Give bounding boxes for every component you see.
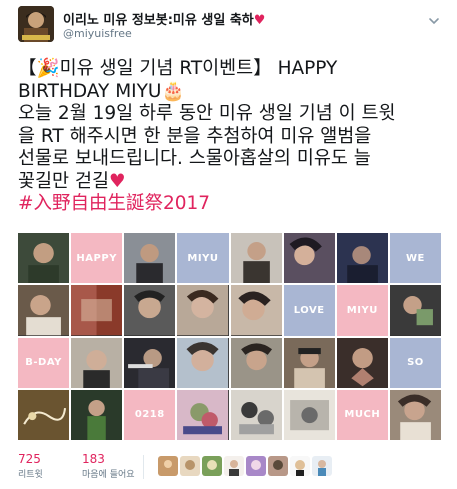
photo-tile xyxy=(230,389,282,440)
liker-avatar[interactable] xyxy=(180,456,200,476)
tile-miyu-2: MIYU xyxy=(336,285,388,336)
photo-tile xyxy=(124,233,176,284)
like-stat[interactable]: 183 마음에 들어요 xyxy=(82,452,135,480)
photo-tile xyxy=(124,285,176,336)
tile-miyu: MIYU xyxy=(177,233,229,284)
tweet-line-1-text: 미유 생일 기념 RT이벤트】 HAPPY xyxy=(59,58,338,79)
photo-tile xyxy=(230,285,282,336)
photo-tile xyxy=(389,389,441,440)
tweet-text: 【🎉미유 생일 기념 RT이벤트】 HAPPY BIRTHDAY MIYU🎂 오… xyxy=(18,58,443,216)
photo-tile xyxy=(283,337,335,388)
tile-we: WE xyxy=(389,233,441,284)
display-name[interactable]: 이리노 미유 정보봇:미유 생일 축하♥ xyxy=(63,9,265,28)
tile-much: MUCH xyxy=(336,389,388,440)
photo-tile xyxy=(336,337,388,388)
tweet-line-2-text: BIRTHDAY MIYU xyxy=(18,80,162,102)
display-name-text: 이리노 미유 정보봇:미유 생일 축하 xyxy=(63,13,254,28)
tweet-line-1: 【🎉미유 생일 기념 RT이벤트】 HAPPY xyxy=(18,58,443,81)
liker-avatar[interactable] xyxy=(312,456,332,476)
photo-tile xyxy=(71,389,123,440)
retweet-count: 725 xyxy=(18,452,41,466)
party-popper-emoji: 🎉 xyxy=(36,58,60,79)
tweet-hashtag-line: #入野自由生誕祭2017 xyxy=(18,193,443,216)
tweet-line-6: 꽃길만 걷길♥ xyxy=(18,171,443,194)
photo-tile xyxy=(389,285,441,336)
tweet-line-3: 오늘 2월 19일 하루 동안 미유 생일 기념 이 트윗 xyxy=(18,103,396,124)
photo-tile xyxy=(283,233,335,284)
photo-tile xyxy=(177,337,229,388)
tile-love: LOVE xyxy=(283,285,335,336)
like-count: 183 xyxy=(82,452,105,466)
user-handle[interactable]: @miyuisfree xyxy=(63,27,132,40)
chevron-down-icon[interactable] xyxy=(427,14,441,28)
tweet-line-5: 선물로 보내드립니다. 스물아홉살의 미유도 늘 xyxy=(18,148,371,169)
heart-emoji: ♥ xyxy=(108,170,126,192)
media-grid[interactable]: HAPPY MIYU WE LOVE MIYU B-DAY SO 0218 MU… xyxy=(18,233,441,440)
photo-tile xyxy=(71,337,123,388)
profile-avatar[interactable] xyxy=(18,6,54,42)
tile-happy: HAPPY xyxy=(71,233,123,284)
photo-tile xyxy=(71,285,123,336)
tweet-card: 이리노 미유 정보봇:미유 생일 축하♥ @miyuisfree 【🎉미유 생일… xyxy=(0,0,457,489)
liker-avatar[interactable] xyxy=(268,456,288,476)
photo-tile xyxy=(336,233,388,284)
birthday-cake-emoji: 🎂 xyxy=(161,80,185,102)
tile-so: SO xyxy=(389,337,441,388)
photo-tile xyxy=(283,389,335,440)
tile-b-day: B-DAY xyxy=(18,337,70,388)
photo-tile xyxy=(230,233,282,284)
photo-tile xyxy=(18,233,70,284)
like-label: 마음에 들어요 xyxy=(82,470,135,480)
tweet-line-4: 을 RT 해주시면 한 분을 추첨하여 미유 앨범을 xyxy=(18,125,372,147)
photo-tile xyxy=(230,337,282,388)
tweet-line-6-text: 꽃길만 걷길 xyxy=(18,170,109,192)
tile-date: 0218 xyxy=(124,389,176,440)
liker-avatar[interactable] xyxy=(246,456,266,476)
photo-tile xyxy=(177,389,229,440)
hashtag-link[interactable]: #入野自由生誕祭2017 xyxy=(18,193,210,214)
bracket-open: 【 xyxy=(18,58,37,79)
photo-tile xyxy=(18,285,70,336)
avatar-image xyxy=(18,6,54,42)
retweet-label: 리트윗 xyxy=(18,470,43,480)
liker-avatar[interactable] xyxy=(202,456,222,476)
liker-avatar[interactable] xyxy=(224,456,244,476)
liker-avatar[interactable] xyxy=(290,456,310,476)
photo-tile xyxy=(18,389,70,440)
tweet-line-2: BIRTHDAY MIYU🎂 xyxy=(18,81,443,104)
photo-tile xyxy=(124,337,176,388)
heart-emoji: ♥ xyxy=(253,13,266,28)
stats-divider xyxy=(143,455,144,479)
liker-avatar[interactable] xyxy=(158,456,178,476)
photo-tile xyxy=(177,285,229,336)
retweet-stat[interactable]: 725 리트윗 xyxy=(18,452,43,480)
